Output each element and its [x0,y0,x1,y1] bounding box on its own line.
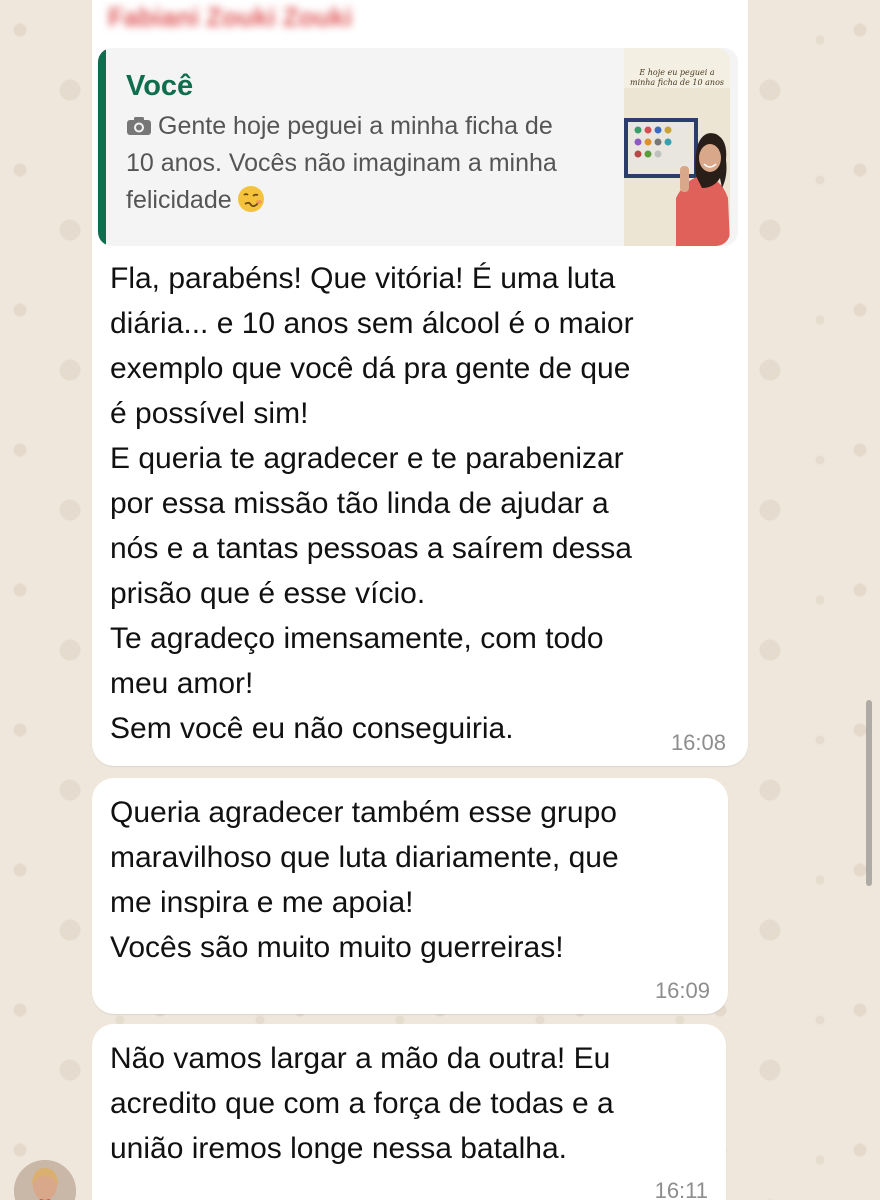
quoted-photo-thumbnail[interactable]: E hoje eu peguei a minha ficha de 10 ano… [624,48,730,246]
message-text: Não vamos largar a mão da outra! Eu acre… [110,1042,614,1165]
woozy-face-emoji-icon [237,186,264,212]
sender-name[interactable]: Fabiani Zouki Zouki [108,2,352,33]
message-bubble[interactable]: Queria agradecer também esse grupo marav… [92,778,728,1014]
message-text: Queria agradecer também esse grupo marav… [110,796,619,964]
sender-avatar[interactable] [14,1160,76,1200]
message-time: 16:11 [654,1178,708,1200]
quoted-author: Você [126,70,194,102]
thumbnail-caption: E hoje eu peguei a minha ficha de 10 ano… [629,68,724,87]
message-bubble[interactable]: Fabiani Zouki Zouki Você Gente hoje pegu… [92,0,748,766]
message-text: Fla, parabéns! Que vitória! É uma luta d… [110,262,634,745]
message-bubble[interactable]: Não vamos largar a mão da outra! Eu acre… [92,1024,726,1200]
quoted-text-wrapper: Gente hoje peguei a minha ficha de 10 an… [126,108,606,219]
message-time: 16:08 [670,730,726,755]
scrollbar[interactable] [866,700,872,886]
quoted-text: Gente hoje peguei a minha ficha de 10 an… [126,112,557,214]
message-time: 16:09 [654,978,710,1003]
quoted-message[interactable]: Você Gente hoje peguei a minha ficha de … [98,48,738,246]
quote-accent-bar [98,48,106,246]
camera-icon [127,117,151,135]
avatar-image [14,1160,76,1200]
